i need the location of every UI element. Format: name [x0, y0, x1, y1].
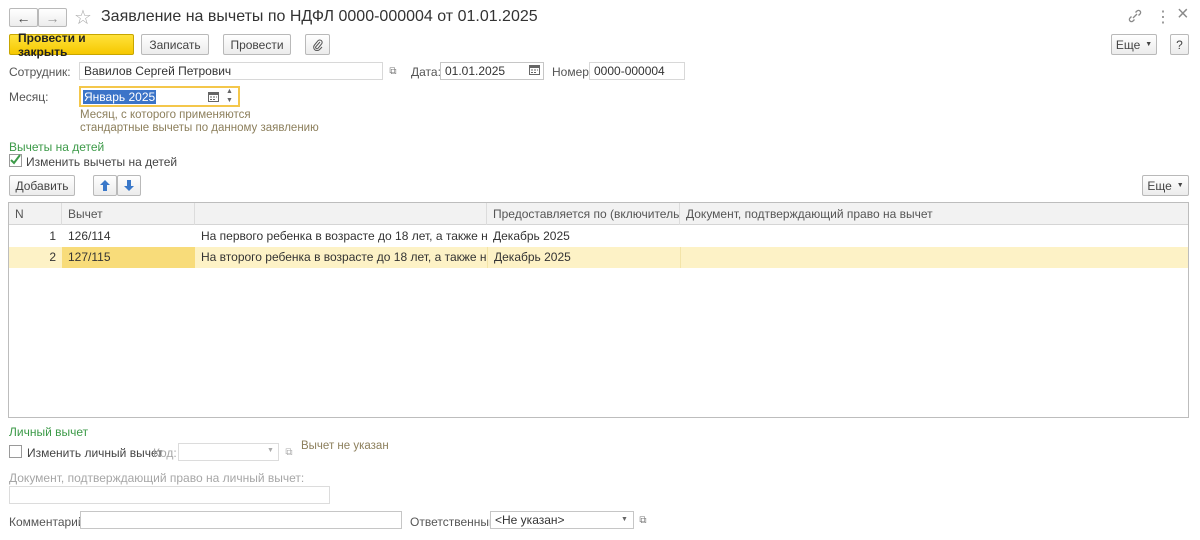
- open-code-icon[interactable]: ⧉: [282, 445, 296, 459]
- column-header-n[interactable]: N: [9, 203, 62, 225]
- post-and-close-label: Провести и закрыть: [18, 30, 86, 59]
- add-button[interactable]: Добавить: [9, 175, 75, 196]
- row-description[interactable]: На второго ребенка в возрасте до 18 лет,…: [195, 247, 487, 268]
- spin-down-icon[interactable]: ▼: [226, 97, 233, 104]
- column-header-description[interactable]: [195, 203, 487, 225]
- month-label: Месяц:: [9, 90, 49, 104]
- save-button[interactable]: Записать: [141, 34, 209, 55]
- row-number: 1: [49, 229, 56, 243]
- close-icon[interactable]: ×: [1177, 3, 1189, 26]
- personal-document-field[interactable]: [9, 486, 330, 504]
- move-up-button[interactable]: [93, 175, 117, 196]
- employee-value: Вавилов Сергей Петрович: [84, 64, 232, 78]
- attach-button[interactable]: [305, 34, 330, 55]
- more-menu-icon[interactable]: ⋮: [1155, 7, 1171, 27]
- open-responsible-icon[interactable]: ⧉: [636, 513, 650, 527]
- month-value: Январь 2025: [83, 89, 157, 104]
- row-document[interactable]: [680, 247, 1188, 268]
- forward-button[interactable]: →: [38, 8, 67, 27]
- children-deductions-table[interactable]: N Вычет Предоставляется по (включительно…: [8, 202, 1189, 418]
- open-employee-icon[interactable]: ⧉: [386, 64, 400, 78]
- responsible-label: Ответственный:: [410, 515, 500, 529]
- paperclip-icon: [312, 39, 323, 51]
- post-label: Провести: [230, 37, 284, 52]
- change-personal-checkbox[interactable]: [9, 445, 22, 458]
- table-row[interactable]: 1 126/114 На первого ребенка в возрасте …: [9, 226, 1188, 247]
- arrow-up-icon: [100, 180, 110, 191]
- post-and-close-button[interactable]: Провести и закрыть: [9, 31, 134, 59]
- calendar-icon[interactable]: [208, 91, 219, 105]
- number-value: 0000-000004: [594, 64, 665, 78]
- table-header: N Вычет Предоставляется по (включительно…: [9, 203, 1188, 225]
- back-button[interactable]: ←: [9, 8, 38, 27]
- deduction-not-set-text: Вычет не указан: [301, 440, 389, 452]
- column-header-document[interactable]: Документ, подтверждающий право на вычет: [680, 203, 1188, 225]
- responsible-value: <Не указан>: [495, 513, 565, 527]
- favorite-star-icon[interactable]: ☆: [74, 5, 92, 30]
- change-personal-label[interactable]: Изменить личный вычет: [27, 446, 163, 460]
- comment-label: Комментарий:: [9, 515, 88, 529]
- help-button[interactable]: ?: [1170, 34, 1189, 55]
- month-hint-line2: стандартные вычеты по данному заявлению: [80, 122, 319, 134]
- personal-section-title: Личный вычет: [9, 425, 89, 439]
- dropdown-arrow-icon[interactable]: ▼: [621, 516, 628, 523]
- arrow-right-icon: →: [45, 9, 60, 26]
- row-code[interactable]: 126/114: [62, 226, 195, 247]
- row-number: 2: [49, 250, 56, 264]
- row-until[interactable]: Декабрь 2025: [487, 247, 680, 268]
- add-label: Добавить: [15, 178, 69, 193]
- employee-field[interactable]: Вавилов Сергей Петрович: [79, 62, 383, 80]
- dropdown-arrow-icon: ▼: [1176, 182, 1184, 189]
- arrow-down-icon: [124, 180, 134, 191]
- row-document[interactable]: [680, 226, 1188, 247]
- calendar-icon[interactable]: [529, 64, 540, 78]
- link-icon[interactable]: [1128, 9, 1142, 26]
- checkmark-icon: [10, 154, 21, 165]
- month-hint-line1: Месяц, с которого применяются: [80, 109, 251, 121]
- row-until[interactable]: Декабрь 2025: [487, 226, 680, 247]
- code-field[interactable]: [178, 443, 279, 461]
- help-icon: ?: [1176, 37, 1183, 52]
- number-label: Номер:: [552, 65, 593, 79]
- table-more-label: Еще: [1147, 178, 1172, 193]
- employee-label: Сотрудник:: [9, 65, 71, 79]
- comment-field[interactable]: [80, 511, 402, 529]
- save-label: Записать: [149, 37, 201, 52]
- children-section-title: Вычеты на детей: [9, 140, 105, 154]
- row-code[interactable]: 127/115: [62, 247, 195, 268]
- responsible-field[interactable]: <Не указан>: [490, 511, 634, 529]
- window-title: Заявление на вычеты по НДФЛ 0000-000004 …: [101, 8, 538, 25]
- column-header-until[interactable]: Предоставляется по (включительно): [487, 203, 680, 225]
- table-row[interactable]: 2 127/115 На второго ребенка в возрасте …: [9, 247, 1188, 268]
- change-children-label[interactable]: Изменить вычеты на детей: [26, 155, 177, 169]
- code-label: Код:: [153, 446, 177, 460]
- post-button[interactable]: Провести: [223, 34, 291, 55]
- change-children-checkbox[interactable]: [9, 154, 22, 167]
- personal-document-label: Документ, подтверждающий право на личный…: [9, 471, 305, 485]
- row-description[interactable]: На первого ребенка в возрасте до 18 лет,…: [195, 226, 487, 247]
- arrow-left-icon: ←: [16, 9, 31, 26]
- column-header-code[interactable]: Вычет: [62, 203, 195, 225]
- spin-up-icon[interactable]: ▲: [226, 88, 233, 95]
- dropdown-arrow-icon: ▼: [1145, 41, 1153, 48]
- move-down-button[interactable]: [117, 175, 141, 196]
- date-value: 01.01.2025: [445, 64, 506, 78]
- more-button[interactable]: Еще ▼: [1111, 34, 1157, 55]
- date-label: Дата:: [411, 65, 441, 79]
- dropdown-arrow-icon[interactable]: ▼: [267, 447, 274, 454]
- number-field[interactable]: 0000-000004: [589, 62, 685, 80]
- more-label: Еще: [1115, 37, 1141, 52]
- table-more-button[interactable]: Еще ▼: [1142, 175, 1189, 196]
